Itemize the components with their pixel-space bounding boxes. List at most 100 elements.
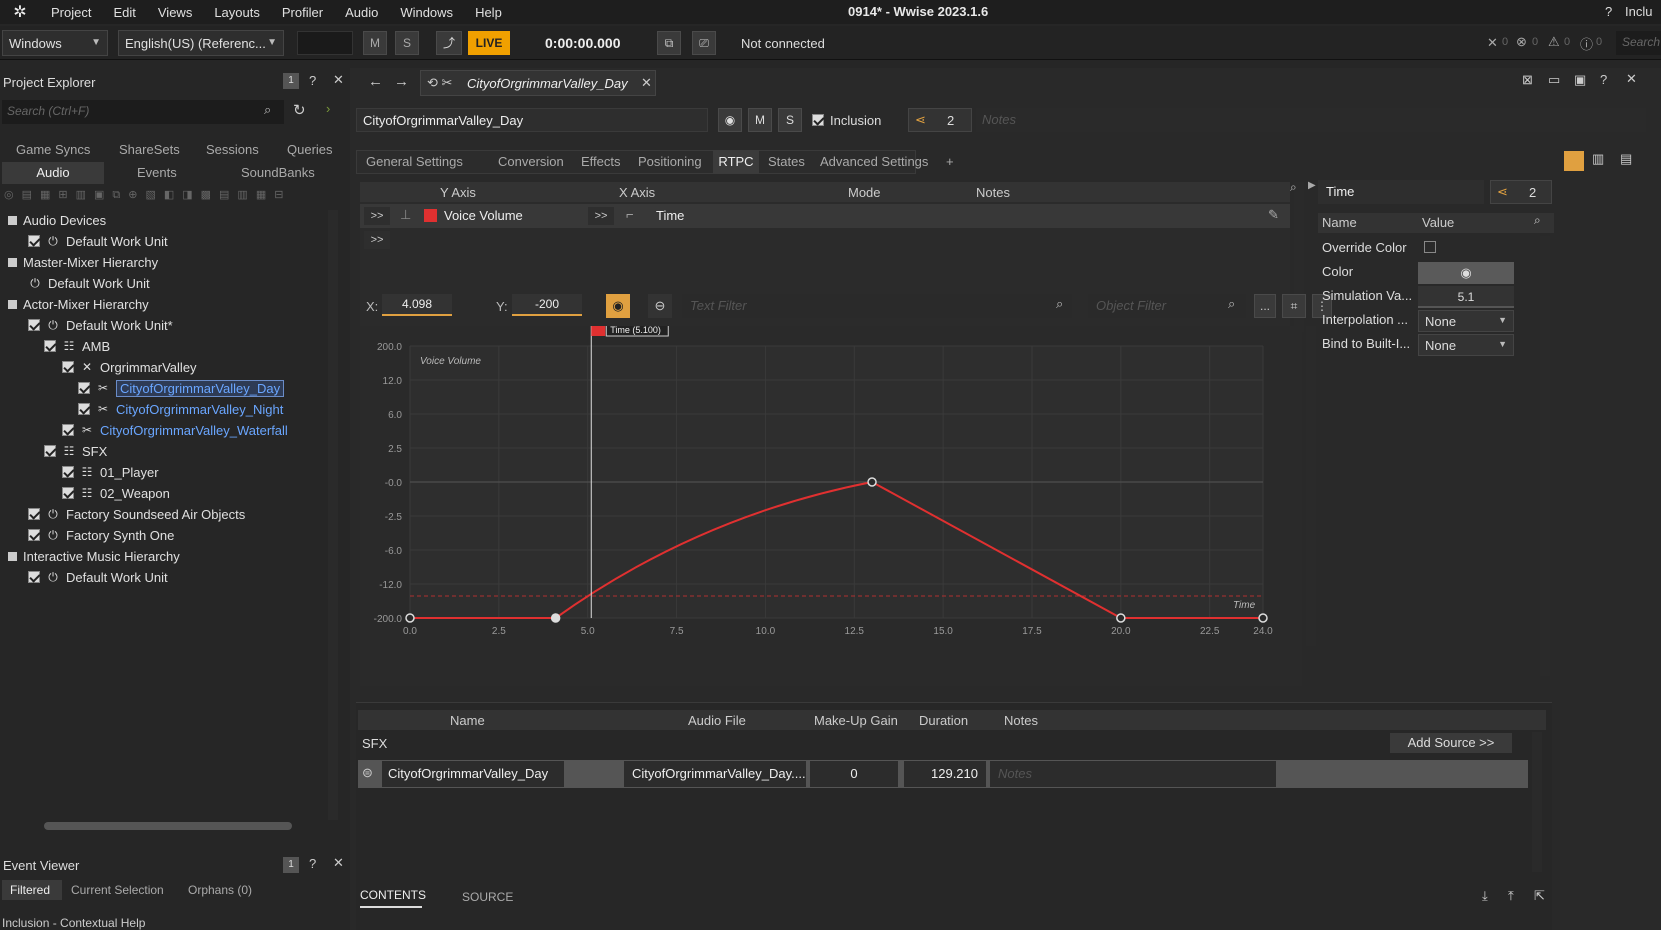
editor-help-icon[interactable]: ? [1600,72,1607,87]
tree-item[interactable]: ⏻ Default Work Unit* [28,315,173,335]
x-axis-expand-button[interactable]: >> [588,207,614,225]
tab-sessions[interactable]: Sessions [206,142,259,157]
panel-help-icon[interactable]: ? [309,856,316,871]
panel-help-icon[interactable]: ? [309,73,316,88]
panel-pin-icon[interactable]: 1 [283,73,299,89]
tab-game-syncs[interactable]: Game Syncs [16,142,90,157]
inclusion-checkbox[interactable] [62,487,74,499]
tree-item[interactable]: ✂ CityofOrgrimmarValley_Waterfall [62,420,288,440]
blank-toolbar-field[interactable] [297,31,353,55]
color-picker-button[interactable]: ◉ [1418,262,1514,284]
inclusion-checkbox[interactable] [62,361,74,373]
rtpc-row[interactable]: >> ⊥ Voice Volume >> ⌐ Time ✎ [360,204,1290,228]
curve-point[interactable] [1116,613,1126,623]
makeup-gain-field[interactable]: 0 [810,761,898,787]
source-row[interactable]: ⊜ CityofOrgrimmarValley_Day CityofOrgrim… [358,760,1528,788]
panel-close-icon[interactable]: ✕ [333,72,344,88]
curve-point[interactable] [550,613,561,623]
tab-filtered[interactable]: Filtered [2,880,62,900]
properties-scrollbar[interactable] [1540,236,1550,676]
simulation-value-field[interactable]: 5.1 [1418,286,1514,308]
platform-select[interactable]: Windows ▼ [2,30,108,56]
tree-category[interactable]: Master-Mixer Hierarchy [8,252,158,272]
tree-item[interactable]: ✕ OrgrimmarValley [62,357,197,377]
save-icon[interactable]: ▣ [1574,72,1586,88]
snap-toggle-icon[interactable]: ◉ [606,294,630,318]
tree-item[interactable]: ⏻ Factory Soundseed Air Objects [28,504,245,524]
graph-icon[interactable]: ⤴ [436,31,462,55]
source-notes-field[interactable]: Notes [990,761,1276,787]
tab-states[interactable]: States [768,154,805,169]
upload-icon[interactable]: ⤒ [1508,888,1514,904]
link-icon[interactable]: ⊖ [648,294,672,318]
solo-all-button[interactable]: S [395,31,419,55]
property-share-button[interactable]: ⋖ 2 [1490,180,1552,204]
color-palette-icon[interactable]: ◉ [718,108,742,132]
mute-all-button[interactable]: M [363,31,387,55]
tab-queries[interactable]: Queries [287,142,333,157]
tab-general-settings[interactable]: General Settings [366,154,463,169]
tree-item[interactable]: ✂ CityofOrgrimmarValley_Day [78,378,285,398]
x-axis-value[interactable]: Time [656,208,684,223]
search-icon[interactable]: ⌕ [264,102,271,118]
tree-category[interactable]: Audio Devices [8,210,106,230]
tab-close-icon[interactable]: ✕ [641,75,652,91]
forward-arrow-icon[interactable]: → [394,73,409,90]
tree-item[interactable]: ⏻ Default Work Unit [28,567,168,587]
tree-item[interactable]: ☷ SFX [44,441,107,461]
tab-positioning[interactable]: Positioning [638,154,702,169]
property-search-icon[interactable]: ⌕ [1534,213,1541,228]
tree-item[interactable]: ⏻ Default Work Unit [28,231,168,251]
source-name-cell[interactable]: CityofOrgrimmarValley_Day [382,761,564,787]
source-file-cell[interactable]: CityofOrgrimmarValley_Day.... [624,761,806,787]
override-color-checkbox[interactable] [1424,241,1436,253]
tree-item[interactable]: ☷ AMB [44,336,110,356]
back-arrow-icon[interactable]: ← [368,73,383,90]
menu-edit[interactable]: Edit [102,5,146,20]
inclusion-checkbox[interactable] [28,529,40,541]
arrow-right-icon[interactable]: › [326,101,330,116]
tab-audio[interactable]: Audio [2,162,104,184]
language-select[interactable]: English(US) (Referenc... ▼ [118,30,284,56]
sync-icon[interactable]: ↻ [293,101,306,119]
curve-presets-icon[interactable]: ⌗ [1282,294,1306,318]
search-input[interactable]: Search (Ctrl+F) [2,100,284,124]
panel-pin-icon[interactable]: 1 [283,857,299,873]
help-icon[interactable]: ? [1605,4,1612,19]
inclusion-short-label[interactable]: Inclu [1625,4,1652,19]
mute-button[interactable]: M [748,108,772,132]
editor-tab[interactable]: ⟲ ✂ CityofOrgrimmarValley_Day ✕ [420,70,656,96]
tab-advanced-settings[interactable]: Advanced Settings [820,154,928,169]
solo-button[interactable]: S [778,108,802,132]
tree-item[interactable]: ☷ 01_Player [62,462,159,482]
inclusion-checkbox[interactable] [28,508,40,520]
object-name-field[interactable]: CityofOrgrimmarValley_Day [356,108,708,132]
text-filter-search-icon[interactable]: ⌕ [1056,296,1063,312]
external-link-icon[interactable]: ⇱ [1534,888,1545,904]
tab-current-selection[interactable]: Current Selection [71,883,164,897]
add-source-button[interactable]: Add Source >> [1390,733,1512,753]
global-search[interactable]: Search [1616,31,1661,55]
menu-help[interactable]: Help [464,5,513,20]
tab-add[interactable]: + [946,154,954,169]
tab-rtpc[interactable]: RTPC [713,150,759,174]
inclusion-checkbox[interactable] [78,382,90,394]
tree-item[interactable]: ⏻ Default Work Unit [28,273,149,293]
inclusion-checkbox[interactable] [28,571,40,583]
panel-close-icon[interactable]: ✕ [333,855,344,871]
more-options-button[interactable]: ... [1254,294,1276,318]
tree-item[interactable]: ☷ 02_Weapon [62,483,170,503]
inclusion-checkbox[interactable] [28,235,40,247]
tab-source[interactable]: SOURCE [462,890,513,904]
inclusion-checkbox[interactable] [78,403,90,415]
menu-audio[interactable]: Audio [334,5,389,20]
tab-events[interactable]: Events [137,165,177,180]
tree-item[interactable]: ⏻ Factory Synth One [28,525,174,545]
pin-icon[interactable]: ⊠ [1522,72,1533,88]
rtpc-graph[interactable]: 0.0 2.5 5.0 7.5 10.0 12.5 15.0 17.5 20.0 22.5 24.0… [360,326,1302,686]
tree-horizontal-scrollbar[interactable] [44,822,292,830]
rtpc-search-icon[interactable]: ⌕ [1290,180,1297,195]
new-rtpc-expand-button[interactable]: >> [364,231,390,249]
tab-contents[interactable]: CONTENTS [360,884,426,908]
tab-effects[interactable]: Effects [581,154,621,169]
